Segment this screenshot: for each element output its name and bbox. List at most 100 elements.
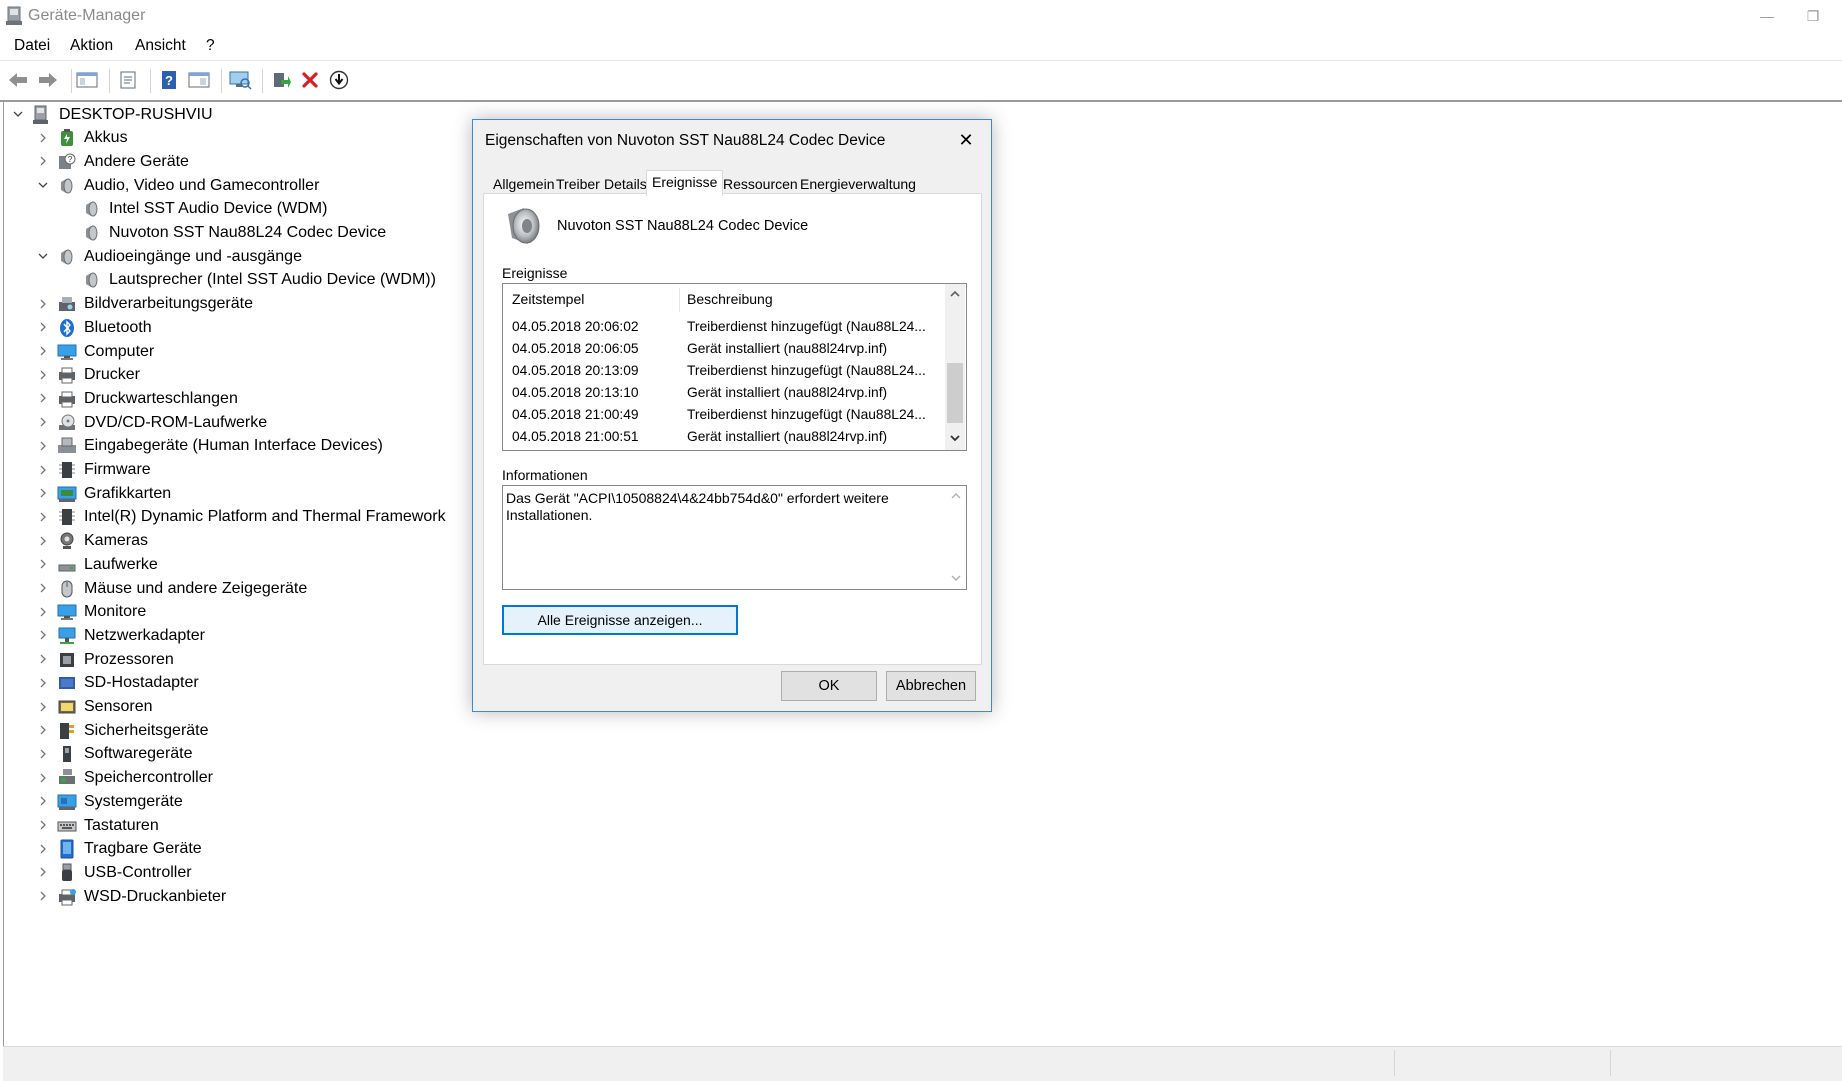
tree-category[interactable]: Druckwarteschlangen: [57, 387, 238, 410]
tree-category[interactable]: DVD/CD-ROM-Laufwerke: [57, 411, 267, 434]
tree-category[interactable]: Sensoren: [57, 696, 153, 719]
properties-icon[interactable]: [114, 67, 142, 93]
tab-ereignisse[interactable]: Ereignisse: [646, 170, 724, 196]
menu-help[interactable]: ?: [206, 37, 215, 55]
cancel-button[interactable]: Abbrechen: [886, 671, 976, 701]
tab-energieverwaltung[interactable]: Energieverwaltung: [795, 174, 921, 194]
chevron-right-icon[interactable]: [37, 369, 49, 381]
ok-button[interactable]: OK: [781, 671, 877, 701]
info-textbox[interactable]: Das Gerät "ACPI\10508824\4&24bb754d&0" e…: [502, 485, 967, 590]
tree-category[interactable]: Akkus: [57, 127, 128, 150]
back-arrow-icon[interactable]: [4, 67, 32, 93]
update-driver-icon[interactable]: [267, 67, 295, 93]
tree-category[interactable]: WSD-Druckanbieter: [57, 885, 226, 908]
tree-root[interactable]: DESKTOP-RUSHVIU: [32, 103, 213, 126]
chevron-right-icon[interactable]: [37, 819, 49, 831]
tree-category[interactable]: Systemgeräte: [57, 790, 183, 813]
chevron-right-icon[interactable]: [37, 392, 49, 404]
chevron-right-icon[interactable]: [37, 511, 49, 523]
chevron-right-icon[interactable]: [37, 535, 49, 547]
chevron-down-icon[interactable]: [12, 108, 24, 120]
tree-category[interactable]: ? Andere Geräte: [57, 150, 189, 173]
tree-category[interactable]: Tragbare Geräte: [57, 838, 202, 861]
chevron-right-icon[interactable]: [37, 464, 49, 476]
tree-category[interactable]: Monitore: [57, 601, 146, 624]
menu-aktion[interactable]: Aktion: [70, 37, 113, 55]
tree-category[interactable]: Firmware: [57, 459, 151, 482]
chevron-right-icon[interactable]: [37, 890, 49, 902]
scroll-up-icon[interactable]: [949, 290, 961, 298]
tree-category[interactable]: Laufwerke: [57, 553, 158, 576]
tree-category[interactable]: Eingabegeräte (Human Interface Devices): [57, 435, 383, 458]
column-header-timestamp[interactable]: Zeitstempel: [512, 284, 584, 312]
show-hide-console-tree-icon[interactable]: [73, 67, 101, 93]
tree-category[interactable]: Bildverarbeitungsgeräte: [57, 293, 253, 316]
tree-category[interactable]: Softwaregeräte: [57, 743, 193, 766]
tab-details[interactable]: Details: [599, 174, 652, 194]
chevron-right-icon[interactable]: [37, 132, 49, 144]
chevron-right-icon[interactable]: [37, 795, 49, 807]
tree-category[interactable]: Sicherheitsgeräte: [57, 719, 209, 742]
tree-category[interactable]: Prozessoren: [57, 648, 174, 671]
chevron-right-icon[interactable]: [37, 843, 49, 855]
tree-device[interactable]: Nuvoton SST Nau88L24 Codec Device: [82, 222, 386, 245]
show-all-events-button[interactable]: Alle Ereignisse anzeigen...: [502, 605, 738, 635]
minimize-button[interactable]: —: [1744, 0, 1790, 32]
disable-device-icon[interactable]: [325, 67, 353, 93]
event-row[interactable]: 04.05.2018 21:00:49 Treiberdienst hinzuge…: [503, 404, 943, 426]
menu-ansicht[interactable]: Ansicht: [135, 37, 186, 55]
chevron-right-icon[interactable]: [37, 487, 49, 499]
scroll-up-icon[interactable]: [950, 492, 962, 500]
event-row[interactable]: 04.05.2018 20:13:09 Treiberdienst hinzuge…: [503, 360, 943, 382]
dialog-close-button[interactable]: ✕: [949, 127, 983, 153]
column-header-description[interactable]: Beschreibung: [687, 284, 773, 312]
menu-datei[interactable]: Datei: [14, 37, 50, 55]
tree-category[interactable]: Audio, Video und Gamecontroller: [57, 174, 319, 197]
chevron-down-icon[interactable]: [37, 250, 49, 262]
chevron-right-icon[interactable]: [37, 321, 49, 333]
chevron-right-icon[interactable]: [37, 155, 49, 167]
events-scroll-thumb[interactable]: [947, 363, 963, 423]
info-scrollbar[interactable]: [946, 486, 965, 589]
chevron-right-icon[interactable]: [37, 772, 49, 784]
chevron-right-icon[interactable]: [37, 866, 49, 878]
scroll-down-icon[interactable]: [949, 434, 961, 442]
chevron-right-icon[interactable]: [37, 440, 49, 452]
scroll-down-icon[interactable]: [950, 574, 962, 582]
events-list[interactable]: Zeitstempel Beschreibung 04.05.2018 20:0…: [502, 283, 967, 451]
tree-category[interactable]: Drucker: [57, 364, 140, 387]
chevron-right-icon[interactable]: [37, 558, 49, 570]
event-row[interactable]: 04.05.2018 20:13:10 Gerät installiert (na…: [503, 382, 943, 404]
forward-arrow-icon[interactable]: [34, 67, 62, 93]
chevron-right-icon[interactable]: [37, 653, 49, 665]
help-icon[interactable]: ?: [155, 67, 183, 93]
uninstall-device-icon[interactable]: [296, 67, 324, 93]
tab-allgemein[interactable]: Allgemein: [488, 174, 559, 194]
tree-category[interactable]: Speichercontroller: [57, 767, 213, 790]
chevron-right-icon[interactable]: [37, 298, 49, 310]
event-row[interactable]: 04.05.2018 20:06:02 Treiberdienst hinzuge…: [503, 316, 943, 338]
chevron-right-icon[interactable]: [37, 416, 49, 428]
chevron-right-icon[interactable]: [37, 606, 49, 618]
action-pane-icon[interactable]: [185, 67, 213, 93]
event-row[interactable]: 04.05.2018 20:06:05 Gerät installiert (na…: [503, 338, 943, 360]
chevron-right-icon[interactable]: [37, 345, 49, 357]
tree-category[interactable]: Netzwerkadapter: [57, 624, 205, 647]
tree-category[interactable]: Tastaturen: [57, 814, 159, 837]
scan-hardware-icon[interactable]: [226, 67, 254, 93]
chevron-right-icon[interactable]: [37, 677, 49, 689]
tab-ressourcen[interactable]: Ressourcen: [718, 174, 803, 194]
chevron-right-icon[interactable]: [37, 629, 49, 641]
tree-category[interactable]: Mäuse und andere Zeigegeräte: [57, 577, 307, 600]
chevron-right-icon[interactable]: [37, 701, 49, 713]
tree-device[interactable]: Intel SST Audio Device (WDM): [82, 198, 327, 221]
tree-category[interactable]: Grafikkarten: [57, 482, 171, 505]
event-row[interactable]: 04.05.2018 21:00:51 Gerät installiert (na…: [503, 426, 943, 448]
tree-category[interactable]: Intel(R) Dynamic Platform and Thermal Fr…: [57, 506, 446, 529]
tab-treiber[interactable]: Treiber: [551, 174, 605, 194]
chevron-right-icon[interactable]: [37, 724, 49, 736]
tree-device[interactable]: Lautsprecher (Intel SST Audio Device (WD…: [82, 269, 436, 292]
chevron-right-icon[interactable]: [37, 582, 49, 594]
restore-button[interactable]: ❐: [1790, 0, 1836, 32]
tree-category[interactable]: USB-Controller: [57, 861, 192, 884]
